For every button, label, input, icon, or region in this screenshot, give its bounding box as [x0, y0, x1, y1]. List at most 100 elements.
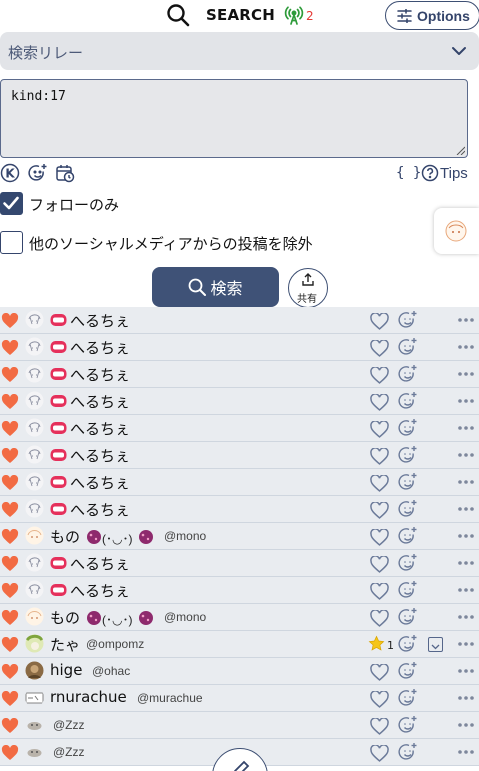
- result-row[interactable]: @Zzz: [0, 712, 479, 739]
- author-name[interactable]: たゃ: [50, 634, 80, 655]
- emoji-add-icon[interactable]: [28, 163, 48, 183]
- author-handle[interactable]: @Zzz: [53, 718, 85, 732]
- result-row[interactable]: もの (･◡･) @mono: [0, 604, 479, 631]
- search-button[interactable]: 検索: [152, 267, 279, 307]
- tips-link[interactable]: Tips: [440, 165, 468, 182]
- result-row[interactable]: へるちぇ: [0, 415, 479, 442]
- avatar[interactable]: [25, 580, 44, 599]
- more-dots-icon[interactable]: [457, 614, 475, 620]
- result-row[interactable]: たゃ @ompomz 1: [0, 631, 479, 658]
- like-outline-icon[interactable]: [370, 394, 389, 411]
- avatar[interactable]: [25, 553, 44, 572]
- like-outline-icon[interactable]: [370, 367, 389, 384]
- like-outline-icon[interactable]: [370, 583, 389, 600]
- question-circle-icon[interactable]: [421, 164, 439, 182]
- result-row[interactable]: へるちぇ: [0, 550, 479, 577]
- avatar[interactable]: [25, 634, 44, 653]
- reaction-add-icon[interactable]: [398, 472, 418, 492]
- calendar-clock-icon[interactable]: [55, 163, 75, 183]
- reaction-add-icon[interactable]: [398, 607, 418, 627]
- result-row[interactable]: へるちぇ: [0, 577, 479, 604]
- like-outline-icon[interactable]: [370, 340, 389, 357]
- search-icon[interactable]: [166, 3, 190, 27]
- more-dots-icon[interactable]: [457, 398, 475, 404]
- relay-select[interactable]: 検索リレー: [0, 32, 479, 70]
- result-row[interactable]: へるちぇ: [0, 496, 479, 523]
- like-outline-icon[interactable]: [370, 718, 389, 735]
- reaction-add-icon[interactable]: [398, 499, 418, 519]
- like-outline-icon[interactable]: [370, 691, 389, 708]
- avatar[interactable]: [25, 688, 44, 707]
- like-outline-icon[interactable]: [370, 502, 389, 519]
- reaction-add-icon[interactable]: [398, 445, 418, 465]
- follow-only-option[interactable]: フォローのみ: [0, 192, 420, 218]
- author-handle[interactable]: @ohac: [92, 664, 130, 678]
- avatar[interactable]: [25, 310, 44, 329]
- like-outline-icon[interactable]: [370, 448, 389, 465]
- reaction-add-icon[interactable]: [398, 634, 418, 654]
- like-outline-icon[interactable]: [370, 556, 389, 573]
- like-outline-icon[interactable]: [370, 313, 389, 330]
- like-outline-icon[interactable]: [370, 610, 389, 627]
- reaction-add-icon[interactable]: [398, 742, 418, 762]
- author-handle[interactable]: @mono: [164, 529, 206, 543]
- author-name[interactable]: へるちぇ: [70, 391, 130, 412]
- avatar[interactable]: [25, 391, 44, 410]
- avatar[interactable]: [25, 364, 44, 383]
- author-name[interactable]: へるちぇ: [70, 337, 130, 358]
- account-avatar-button[interactable]: [434, 208, 479, 254]
- reaction-add-icon[interactable]: [398, 661, 418, 681]
- avatar[interactable]: [25, 445, 44, 464]
- reaction-add-icon[interactable]: [398, 688, 418, 708]
- more-dots-icon[interactable]: [457, 722, 475, 728]
- like-outline-icon[interactable]: [370, 745, 389, 762]
- author-name[interactable]: へるちぇ: [70, 553, 130, 574]
- expand-icon[interactable]: [428, 637, 443, 652]
- author-handle[interactable]: @mono: [164, 610, 206, 624]
- more-dots-icon[interactable]: [457, 452, 475, 458]
- more-dots-icon[interactable]: [457, 749, 475, 755]
- result-row[interactable]: へるちぇ: [0, 307, 479, 334]
- more-dots-icon[interactable]: [457, 425, 475, 431]
- more-dots-icon[interactable]: [457, 317, 475, 323]
- reaction-add-icon[interactable]: [398, 310, 418, 330]
- like-outline-icon[interactable]: [370, 529, 389, 546]
- author-name[interactable]: へるちぇ: [70, 580, 130, 601]
- result-row[interactable]: へるちぇ: [0, 469, 479, 496]
- more-dots-icon[interactable]: [457, 560, 475, 566]
- resize-handle-icon[interactable]: [456, 146, 465, 155]
- more-dots-icon[interactable]: [457, 641, 475, 647]
- relay-signal-icon[interactable]: [284, 5, 304, 25]
- avatar[interactable]: [25, 418, 44, 437]
- avatar[interactable]: [25, 526, 44, 545]
- author-handle[interactable]: @murachue: [137, 691, 203, 705]
- avatar[interactable]: [25, 499, 44, 518]
- exclude-other-media-option[interactable]: 他のソーシャルメディアからの投稿を除外: [0, 231, 420, 257]
- author-name[interactable]: もの: [50, 526, 80, 547]
- result-row[interactable]: へるちぇ: [0, 442, 479, 469]
- author-handle[interactable]: @ompomz: [86, 637, 144, 651]
- json-toggle[interactable]: { }: [396, 165, 421, 181]
- author-name[interactable]: hige: [50, 661, 82, 679]
- avatar[interactable]: [25, 337, 44, 356]
- more-dots-icon[interactable]: [457, 587, 475, 593]
- k-circle-icon[interactable]: K: [0, 163, 20, 183]
- author-name[interactable]: へるちぇ: [70, 445, 130, 466]
- exclude-other-media-checkbox[interactable]: [0, 231, 23, 254]
- result-row[interactable]: へるちぇ: [0, 388, 479, 415]
- more-dots-icon[interactable]: [457, 668, 475, 674]
- more-dots-icon[interactable]: [457, 506, 475, 512]
- result-row[interactable]: hige @ohac: [0, 658, 479, 685]
- more-dots-icon[interactable]: [457, 479, 475, 485]
- author-name[interactable]: へるちぇ: [70, 364, 130, 385]
- reaction-add-icon[interactable]: [398, 391, 418, 411]
- share-button[interactable]: 共有: [288, 268, 328, 308]
- reaction-add-icon[interactable]: [398, 715, 418, 735]
- avatar[interactable]: [25, 607, 44, 626]
- follow-only-checkbox[interactable]: [0, 192, 23, 215]
- result-row[interactable]: rnurachue @murachue: [0, 685, 479, 712]
- more-dots-icon[interactable]: [457, 695, 475, 701]
- avatar[interactable]: [25, 742, 44, 761]
- more-dots-icon[interactable]: [457, 533, 475, 539]
- author-handle[interactable]: @Zzz: [53, 745, 85, 759]
